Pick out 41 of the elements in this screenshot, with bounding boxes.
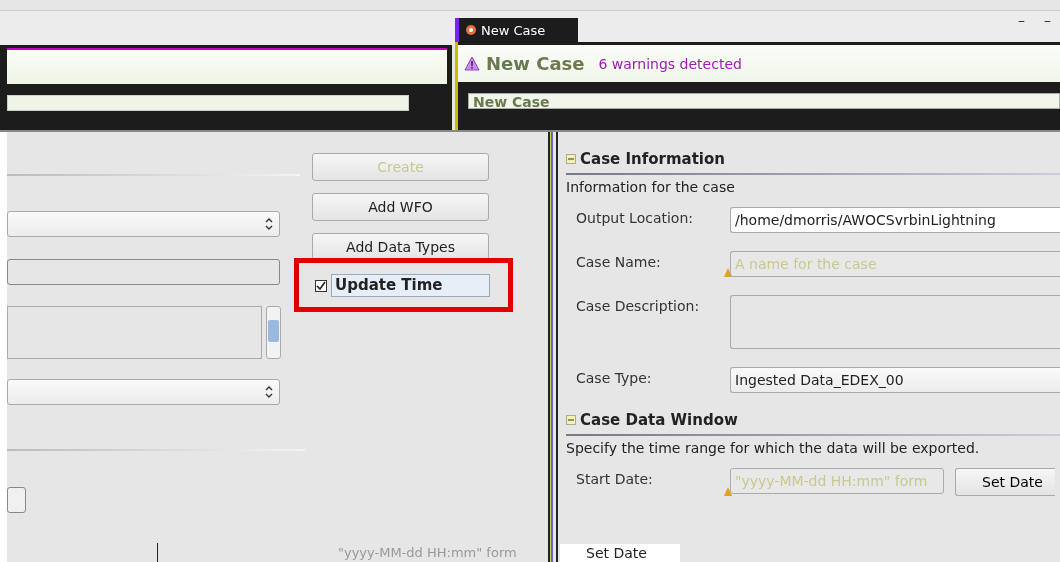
set-date-button[interactable]: Set Date: [560, 544, 680, 562]
text-area[interactable]: [7, 306, 262, 359]
field-label: Start Date:: [575, 470, 654, 487]
subtitle: New Case: [468, 93, 1060, 109]
field-label: Output Location:: [575, 209, 694, 226]
warning-icon: [724, 487, 732, 496]
text-field[interactable]: /home/dmorris/AWOCSvrbinLightning: [730, 207, 1060, 233]
text-field[interactable]: [7, 259, 280, 285]
scrollbar[interactable]: [266, 306, 281, 359]
minimize-button[interactable]: –: [1018, 12, 1025, 28]
editor-tab[interactable]: New Case: [455, 18, 578, 42]
field-label: Case Type:: [575, 369, 653, 386]
action-button[interactable]: Add Data Types: [312, 233, 489, 261]
combo-box[interactable]: [7, 379, 280, 405]
warning-message: 6 warnings detected: [598, 55, 742, 72]
combo-box[interactable]: [7, 211, 280, 237]
section-description: Specify the time range for which the data will be exported.: [566, 440, 981, 456]
header-title: New Case: [486, 53, 585, 74]
section-title: Case Information: [580, 150, 725, 168]
case-icon: [465, 24, 477, 36]
section-description: Information for the case: [566, 179, 736, 195]
collapse-icon[interactable]: [566, 154, 576, 164]
field-label: Case Name:: [575, 253, 662, 270]
text-field[interactable]: A name for the case: [730, 251, 1060, 277]
collapse-icon[interactable]: [566, 415, 576, 425]
set-date-button[interactable]: Set Date: [955, 468, 1055, 496]
updown-icon: [264, 385, 274, 399]
updown-icon: [264, 217, 274, 231]
action-button[interactable]: Add WFO: [312, 193, 489, 221]
minimize-button[interactable]: –: [1044, 12, 1051, 28]
tab-label: New Case: [481, 22, 546, 38]
warning-icon: [724, 268, 732, 277]
checkbox-label[interactable]: Update Time: [331, 274, 490, 297]
field-label: Case Description:: [575, 297, 701, 314]
date-field[interactable]: "yyyy-MM-dd HH:mm" form: [730, 468, 944, 494]
section-title: Case Data Window: [580, 411, 738, 429]
text-area[interactable]: [730, 295, 1060, 349]
warning-icon: [464, 56, 480, 71]
combo-box[interactable]: Ingested Data_EDEX_00: [730, 367, 1060, 393]
update-time-checkbox[interactable]: [315, 280, 327, 292]
small-button[interactable]: [7, 487, 26, 513]
